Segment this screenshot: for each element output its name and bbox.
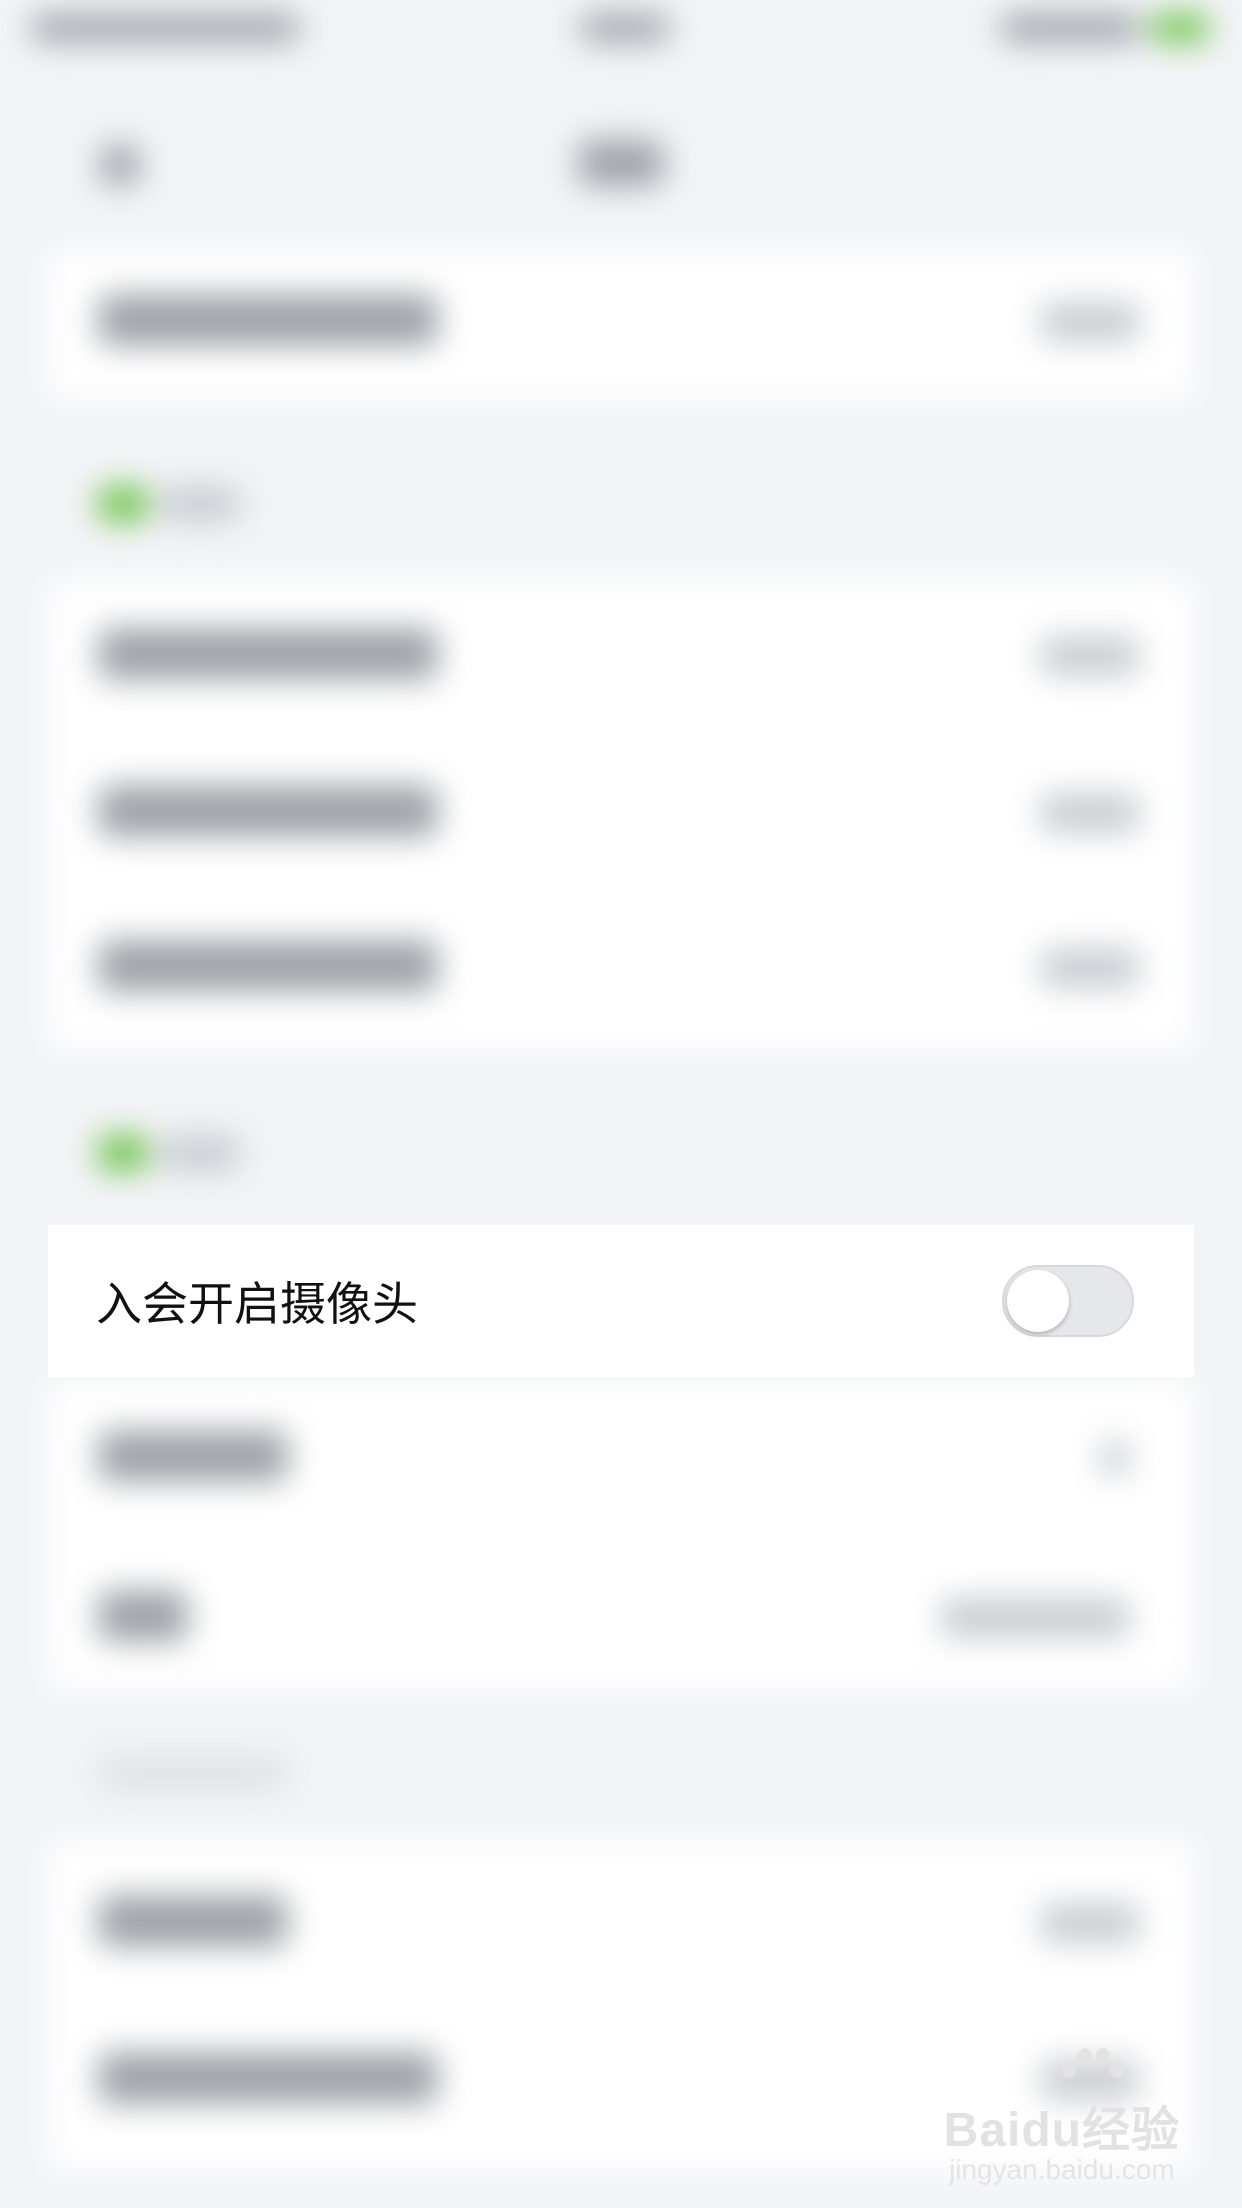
camera-on-join-row: 入会开启摄像头 — [48, 1225, 1194, 1377]
watermark-logo: Baidu经验 — [943, 2104, 1180, 2157]
camera-on-join-label: 入会开启摄像头 — [96, 1277, 418, 1331]
watermark-url: jingyan.baidu.com — [948, 2154, 1175, 2185]
toggle-knob — [1007, 1270, 1069, 1332]
paw-icon — [1061, 2048, 1124, 2100]
baidu-watermark: Baidu经验 jingyan.baidu.com — [943, 2048, 1180, 2186]
blurred-background — [0, 0, 1242, 2208]
camera-on-join-toggle[interactable] — [1002, 1265, 1134, 1337]
